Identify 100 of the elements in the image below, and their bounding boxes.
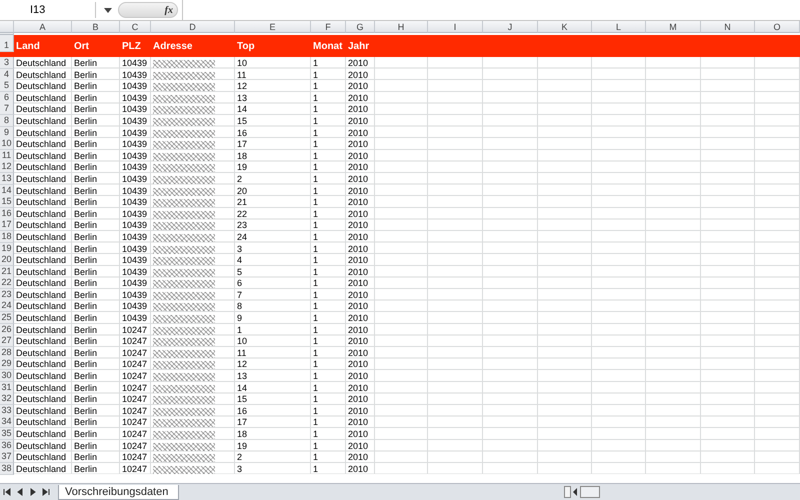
blurred-address <box>153 176 215 184</box>
table-cell: 2010 <box>348 70 368 81</box>
row-header[interactable]: 6 <box>0 92 14 104</box>
table-cell: Deutschland <box>16 348 66 359</box>
column-header[interactable]: L <box>592 21 646 33</box>
row-header[interactable]: 33 <box>0 404 14 417</box>
row-header[interactable]: 23 <box>0 288 14 301</box>
row-header[interactable]: 24 <box>0 300 14 312</box>
column-header[interactable]: K <box>538 21 592 33</box>
blurred-address <box>153 210 215 219</box>
row-header[interactable]: 29 <box>0 358 14 370</box>
row-header[interactable]: 4 <box>0 68 14 81</box>
table-cell: 24 <box>237 232 248 243</box>
row-header[interactable]: 38 <box>0 462 14 475</box>
table-cell: 19 <box>237 440 248 452</box>
table-cell: Deutschland <box>16 174 66 185</box>
row-header[interactable]: 19 <box>0 242 14 254</box>
insert-function-button[interactable]: fx <box>164 4 173 16</box>
previous-sheet-icon[interactable] <box>3 488 11 496</box>
row-header[interactable]: 13 <box>0 172 14 185</box>
row-header[interactable]: 7 <box>0 103 14 116</box>
table-cell: 2010 <box>348 348 368 359</box>
table-cell: 17 <box>237 139 248 150</box>
column-header[interactable]: G <box>346 21 375 33</box>
next-sheet-icon[interactable] <box>42 488 50 496</box>
row-header[interactable]: 31 <box>0 382 14 394</box>
table-cell: 10439 <box>122 104 148 116</box>
table-cell: Deutschland <box>16 139 66 150</box>
row-header[interactable]: 30 <box>0 370 14 382</box>
table-cell: Deutschland <box>16 429 66 440</box>
table-cell: 10247 <box>122 348 148 359</box>
column-header[interactable]: B <box>72 21 120 33</box>
column-header[interactable]: H <box>375 21 428 33</box>
row-header[interactable]: 25 <box>0 312 14 324</box>
row-header[interactable]: 35 <box>0 428 14 440</box>
column-header[interactable]: O <box>755 21 800 33</box>
table-cell: 1 <box>313 208 318 220</box>
table-cell: 1 <box>313 301 318 312</box>
row-header[interactable]: 28 <box>0 346 14 359</box>
row-header[interactable]: 8 <box>0 114 14 127</box>
blurred-address <box>153 130 215 138</box>
next-sheet-icon[interactable] <box>29 488 37 496</box>
row-header[interactable]: 26 <box>0 324 14 336</box>
table-cell: 2010 <box>348 104 368 116</box>
table-cell: Berlin <box>74 150 98 162</box>
table-cell: 14 <box>237 104 248 116</box>
row-header[interactable]: 11 <box>0 150 14 162</box>
table-cell: 1 <box>313 139 318 150</box>
row-header[interactable]: 14 <box>0 184 14 197</box>
column-header[interactable]: A <box>14 21 72 33</box>
table-cell: Deutschland <box>16 104 66 116</box>
column-header[interactable]: F <box>311 21 346 33</box>
column-header[interactable]: N <box>701 21 755 33</box>
table-cell: 20 <box>237 186 248 197</box>
table-cell: 10439 <box>122 128 148 139</box>
table-cell: 2010 <box>348 116 368 127</box>
header-cell: Top <box>237 41 255 52</box>
row-header[interactable]: 37 <box>0 451 14 464</box>
row-header[interactable]: 21 <box>0 266 14 278</box>
column-header[interactable]: C <box>120 21 151 33</box>
column-header[interactable]: M <box>646 21 701 33</box>
column-header[interactable]: D <box>151 21 235 33</box>
table-cell: Berlin <box>74 266 98 278</box>
row-header[interactable]: 9 <box>0 126 14 139</box>
row-header[interactable]: 3 <box>0 57 14 69</box>
column-header[interactable]: I <box>428 21 483 33</box>
blurred-address <box>153 431 215 439</box>
row-header[interactable]: 16 <box>0 208 14 220</box>
row-header[interactable]: 5 <box>0 80 14 92</box>
table-cell: 16 <box>237 406 248 417</box>
horizontal-scrollbar-icon[interactable] <box>564 486 600 498</box>
column-header[interactable]: J <box>483 21 538 33</box>
table-cell: 10247 <box>122 359 148 370</box>
table-cell: 10439 <box>122 139 148 150</box>
table-cell: 1 <box>313 255 318 266</box>
table-cell: 2010 <box>348 440 368 452</box>
blurred-address <box>153 373 215 382</box>
row-header[interactable]: 22 <box>0 277 14 290</box>
row-header[interactable]: 27 <box>0 335 14 348</box>
blurred-address <box>153 396 215 404</box>
dropdown-caret-icon[interactable] <box>104 8 112 12</box>
column-header[interactable]: E <box>235 21 311 33</box>
row-header[interactable]: 12 <box>0 161 14 174</box>
row-header[interactable]: 15 <box>0 196 14 208</box>
row-header[interactable]: 34 <box>0 416 14 428</box>
table-cell: 2010 <box>348 371 368 382</box>
row-header[interactable]: 20 <box>0 254 14 266</box>
table-cell: Berlin <box>74 452 98 464</box>
row-header[interactable]: 32 <box>0 393 14 406</box>
row-header[interactable]: 10 <box>0 138 14 150</box>
table-cell: 23 <box>237 220 248 232</box>
blurred-address <box>153 268 215 277</box>
sheet-tab[interactable]: Vorschreibungsdaten <box>58 485 180 500</box>
row-header[interactable]: 36 <box>0 440 14 452</box>
row-header[interactable]: 17 <box>0 219 14 232</box>
blurred-address <box>153 303 215 312</box>
table-cell: 12 <box>237 359 248 370</box>
row-header[interactable]: 1 <box>0 35 14 52</box>
row-header[interactable]: 18 <box>0 230 14 243</box>
previous-sheet-icon[interactable] <box>16 488 24 496</box>
